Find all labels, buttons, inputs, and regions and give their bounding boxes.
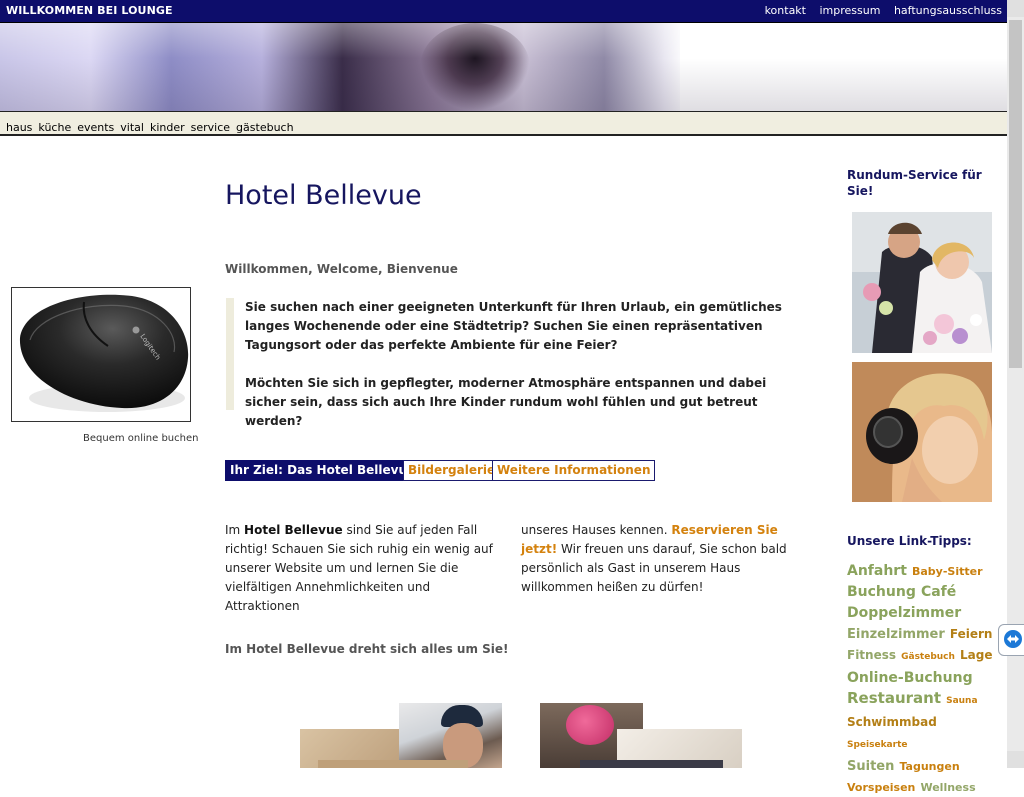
link-impressum[interactable]: impressum: [820, 4, 881, 17]
tag-feiern[interactable]: Feiern: [950, 627, 993, 641]
intro-paragraph-1: Sie suchen nach einer geeigneten Unterku…: [245, 300, 782, 352]
beauty-photo[interactable]: [852, 362, 992, 502]
header-banner-image: [0, 23, 1007, 111]
tag-tagungen[interactable]: Tagungen: [899, 760, 959, 773]
collage-photo-6: [580, 760, 723, 768]
tag-wellness[interactable]: Wellness: [920, 781, 975, 794]
online-booking-caption: Bequem online buchen: [83, 433, 199, 444]
tab-ihr-ziel[interactable]: Ihr Ziel: Das Hotel Bellevue: [225, 460, 421, 481]
tag-einzelzimmer[interactable]: Einzelzimmer: [847, 627, 945, 642]
site-title: WILLKOMMEN BEI LOUNGE: [6, 4, 173, 17]
main-navigation: haus küche events vital kinder service gästebu…: [0, 111, 1007, 136]
scroll-up-arrow-icon[interactable]: [1007, 0, 1024, 17]
link-haftungsausschluss[interactable]: haftungsausschluss: [894, 4, 1002, 17]
tag-cloud: Anfahrt Baby-Sitter Buchung Café Doppelz…: [847, 560, 1002, 797]
tagline: Im Hotel Bellevue dreht sich alles um Si…: [225, 642, 509, 656]
collage-photo-2: [399, 703, 502, 768]
scrollbar-thumb[interactable]: [1009, 20, 1022, 368]
collage-photo-3: [318, 760, 468, 768]
tab-weitere-informationen[interactable]: Weitere Informationen: [492, 460, 656, 481]
tag-vorspeisen[interactable]: Vorspeisen: [847, 781, 915, 794]
text-column-1: Im Hotel Bellevue sind Sie auf jeden Fal…: [225, 521, 505, 616]
online-booking-image[interactable]: Logitech: [11, 287, 191, 422]
col2-text-2: Wir freuen uns darauf, Sie schon bald pe…: [521, 542, 787, 594]
top-header-bar: WILLKOMMEN BEI LOUNGE kontakt impressum …: [0, 0, 1007, 23]
text-column-2: unseres Hauses kennen. Reservieren Sie j…: [521, 521, 801, 597]
tag-restaurant[interactable]: Restaurant: [847, 689, 941, 707]
nav-item-events[interactable]: events: [77, 121, 114, 134]
wedding-photo[interactable]: [852, 212, 992, 353]
nav-item-vital[interactable]: vital: [120, 121, 144, 134]
tag-speisekarte[interactable]: Speisekarte: [847, 740, 907, 750]
tag-online-buchung[interactable]: Online-Buchung: [847, 670, 973, 686]
tag-cafe[interactable]: Café: [921, 584, 956, 600]
col2-text: unseres Hauses kennen.: [521, 523, 672, 537]
welcome-heading: Willkommen, Welcome, Bienvenue: [225, 262, 458, 276]
nav-item-gaestebuch[interactable]: gästebuch: [236, 121, 294, 134]
computer-mouse-icon: Logitech: [19, 294, 189, 412]
banner-overlay: [0, 23, 1007, 111]
tag-schwimmbad[interactable]: Schwimmbad: [847, 715, 937, 729]
tag-gaestebuch[interactable]: Gästebuch: [901, 652, 955, 662]
link-kontakt[interactable]: kontakt: [765, 4, 806, 17]
tag-anfahrt[interactable]: Anfahrt: [847, 563, 907, 579]
ball-shape: [566, 705, 614, 745]
tag-doppelzimmer[interactable]: Doppelzimmer: [847, 605, 961, 621]
intro-quote: Sie suchen nach einer geeigneten Unterku…: [226, 298, 810, 428]
tag-baby-sitter[interactable]: Baby-Sitter: [912, 565, 983, 578]
link-tips-heading: Unsere Link-Tipps:: [847, 534, 972, 548]
page-title: Hotel Bellevue: [225, 180, 422, 211]
woman-mirror-image: [852, 362, 992, 502]
tag-lage[interactable]: Lage: [960, 648, 992, 662]
teamviewer-icon: [1004, 630, 1022, 648]
top-links: kontakt impressum haftungsausschluss: [755, 4, 1002, 17]
scroll-down-arrow-icon[interactable]: [1007, 751, 1024, 768]
col1-hotel-name: Hotel Bellevue: [244, 523, 343, 537]
col1-prefix: Im: [225, 523, 245, 537]
wedding-image: [852, 212, 992, 353]
nav-item-kueche[interactable]: küche: [38, 121, 71, 134]
remote-support-widget[interactable]: [998, 624, 1024, 656]
tag-buchung[interactable]: Buchung: [847, 584, 916, 600]
tag-suiten[interactable]: Suiten: [847, 759, 894, 774]
nav-item-service[interactable]: service: [191, 121, 230, 134]
nav-item-kinder[interactable]: kinder: [150, 121, 185, 134]
tag-sauna[interactable]: Sauna: [946, 696, 977, 706]
nav-item-haus[interactable]: haus: [6, 121, 32, 134]
service-heading: Rundum-Service für Sie!: [847, 168, 982, 198]
tag-fitness[interactable]: Fitness: [847, 648, 896, 662]
intro-paragraph-2: Möchten Sie sich in gepflegter, moderner…: [245, 376, 767, 428]
tab-bildergalerie[interactable]: Bildergalerie: [403, 460, 501, 481]
